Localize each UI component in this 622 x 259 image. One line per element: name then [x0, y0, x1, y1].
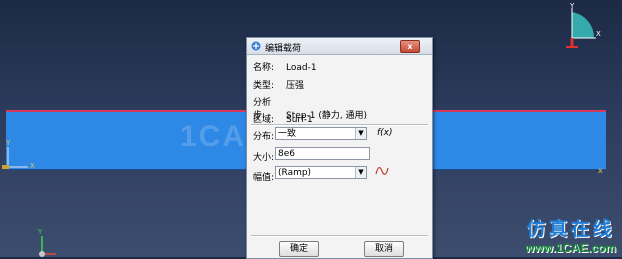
chevron-down-icon[interactable]: ▼	[355, 128, 366, 139]
amplitude-row: 幅值:	[253, 170, 274, 184]
brand-chinese: 仿真在线	[526, 219, 615, 240]
name-value: Load-1	[286, 63, 317, 73]
magnitude-input[interactable]: 8e6	[275, 147, 370, 160]
view-triad-x-label: X	[596, 30, 601, 38]
close-button[interactable]: x	[400, 40, 420, 53]
dialog-titlebar[interactable]: 编辑载荷 x	[247, 38, 432, 55]
amplitude-value: (Ramp)	[278, 168, 312, 178]
view-triad-icon	[566, 8, 596, 48]
type-label: 类型:	[253, 81, 275, 91]
distribution-row: 分布:	[253, 129, 274, 143]
magnitude-label: 大小:	[253, 153, 275, 163]
brand-watermark: 仿真在线 www.1CAE.com	[525, 214, 616, 255]
amplitude-label: 幅值:	[253, 173, 275, 183]
separator	[251, 124, 428, 126]
distribution-select[interactable]: 一致 ▼	[275, 127, 367, 140]
distribution-value: 一致	[278, 129, 297, 139]
fx-button[interactable]: f(x)	[377, 128, 393, 138]
amplitude-create-icon[interactable]	[375, 166, 389, 176]
ok-button[interactable]: 确定	[279, 241, 319, 257]
load-icon	[251, 41, 261, 51]
dialog-title: 编辑载荷	[265, 44, 302, 54]
edit-load-dialog: 编辑载荷 x 名称: Load-1 类型: 压强 分析步: Step-1 (静力, 通…	[246, 37, 433, 259]
coord-y-label: Y	[38, 228, 43, 236]
part-y-label: Y	[6, 139, 11, 147]
part-x-label: X	[30, 162, 35, 170]
info-row-type: 类型: 压强	[253, 78, 304, 91]
type-value: 压强	[286, 81, 305, 91]
brand-url: www.1CAE.com	[525, 241, 616, 255]
chevron-down-icon[interactable]: ▼	[355, 167, 366, 178]
view-triad-y-label: Y	[570, 2, 575, 10]
name-label: 名称:	[253, 63, 275, 73]
end-marker-icon: x	[598, 166, 603, 175]
amplitude-select[interactable]: (Ramp) ▼	[275, 166, 367, 179]
info-row-name: 名称: Load-1	[253, 60, 317, 73]
separator	[251, 235, 428, 237]
magnitude-row: 大小:	[253, 150, 274, 164]
cancel-button[interactable]: 取消	[364, 241, 404, 257]
distribution-label: 分布:	[253, 132, 275, 142]
